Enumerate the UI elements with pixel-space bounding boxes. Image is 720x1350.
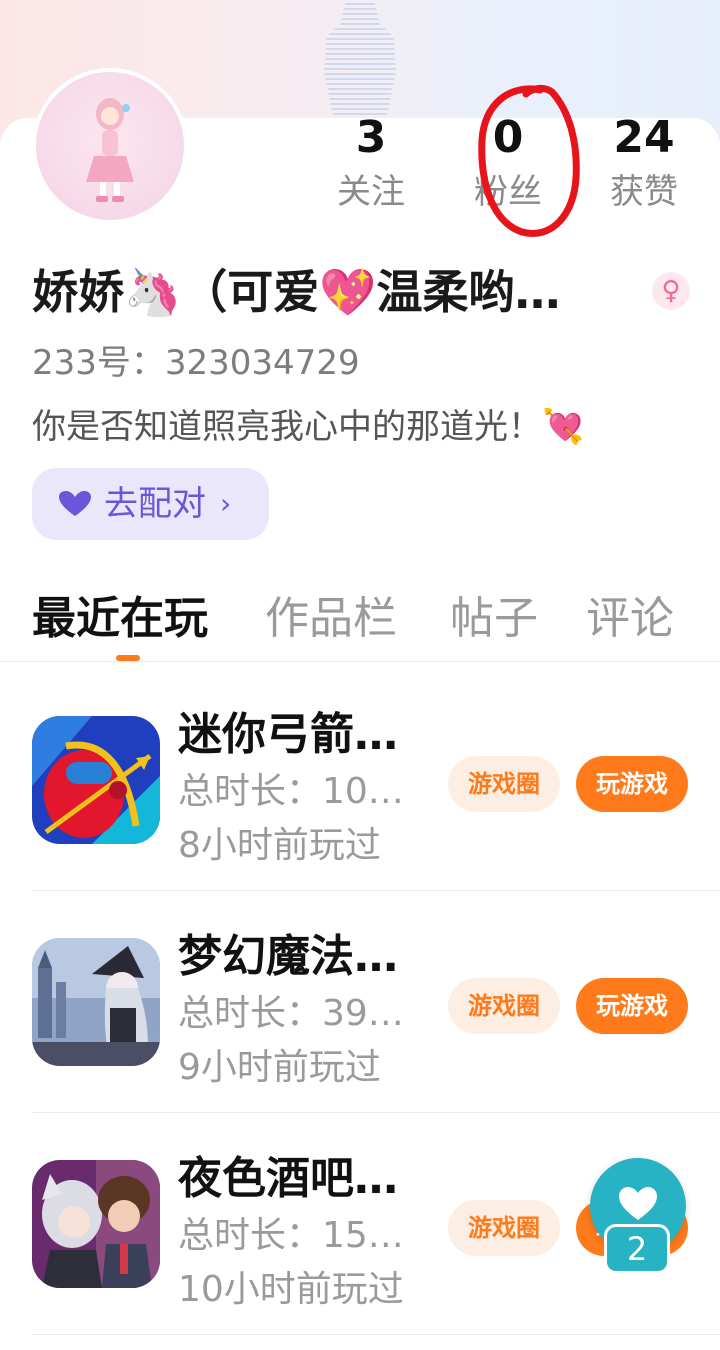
game-duration: 总时长：39… [178, 993, 404, 1034]
tab-recently-played[interactable]: 最近在玩 [32, 588, 208, 650]
following-count: 3 [355, 112, 387, 163]
game-circle-button[interactable]: 游戏圈 [448, 1200, 560, 1256]
game-title: 迷你弓箭… [178, 709, 398, 760]
row-divider [32, 1112, 720, 1113]
following-stat[interactable]: 3 关注 [311, 112, 431, 214]
tab-comments[interactable]: 评论 [586, 588, 674, 650]
play-game-button[interactable]: 玩游戏 [576, 978, 688, 1034]
match-button-label: 去配对 [104, 484, 206, 524]
background-figure [324, 0, 396, 130]
game-last-played: 9小时前玩过 [178, 1047, 381, 1088]
game-duration: 总时长：10… [178, 771, 404, 812]
fans-count: 0 [492, 112, 524, 163]
likes-count: 24 [613, 112, 675, 163]
game-last-played: 8小时前玩过 [178, 825, 381, 866]
game-circle-button[interactable]: 游戏圈 [448, 978, 560, 1034]
gender-female-icon: ♀ [652, 272, 690, 310]
match-button[interactable]: 去配对 › [32, 468, 269, 540]
fans-stat[interactable]: 0 粉丝 [448, 112, 568, 214]
list-item[interactable]: 梦幻魔法… 总时长：39… 9小时前玩过 游戏圈 玩游戏 [0, 892, 720, 1114]
game-icon [32, 716, 160, 844]
tab-posts[interactable]: 帖子 [450, 588, 538, 650]
game-last-played: 10小时前玩过 [178, 1269, 404, 1310]
game-icon [32, 1160, 160, 1288]
play-game-button[interactable]: 玩游戏 [576, 756, 688, 812]
row-divider [32, 1334, 720, 1335]
chevron-right-icon: › [220, 487, 232, 520]
fans-label: 粉丝 [474, 172, 542, 212]
following-label: 关注 [337, 172, 405, 212]
likes-label: 获赞 [610, 172, 678, 212]
tab-works[interactable]: 作品栏 [265, 588, 397, 650]
avatar[interactable] [32, 68, 188, 224]
heart-icon [59, 491, 91, 516]
like-count-badge: 2 [604, 1224, 670, 1274]
row-divider [32, 890, 720, 891]
avatar-character [86, 98, 134, 202]
user-id: 233号：323034729 [32, 343, 360, 383]
game-duration: 总时长：15… [178, 1215, 404, 1256]
profile-name: 娇娇🦄（可爱💖温柔哟… [32, 265, 561, 319]
list-item[interactable]: 迷你弓箭… 总时长：10… 8小时前玩过 游戏圈 玩游戏 [0, 670, 720, 892]
likes-stat[interactable]: 24 获赞 [584, 112, 704, 214]
bio: 你是否知道照亮我心中的那道光！💘 [32, 407, 585, 447]
game-title: 梦幻魔法… [178, 931, 398, 982]
game-circle-button[interactable]: 游戏圈 [448, 756, 560, 812]
tabs-divider [0, 661, 720, 662]
game-icon [32, 938, 160, 1066]
heart-icon [619, 1187, 657, 1220]
game-title: 夜色酒吧… [178, 1153, 398, 1204]
